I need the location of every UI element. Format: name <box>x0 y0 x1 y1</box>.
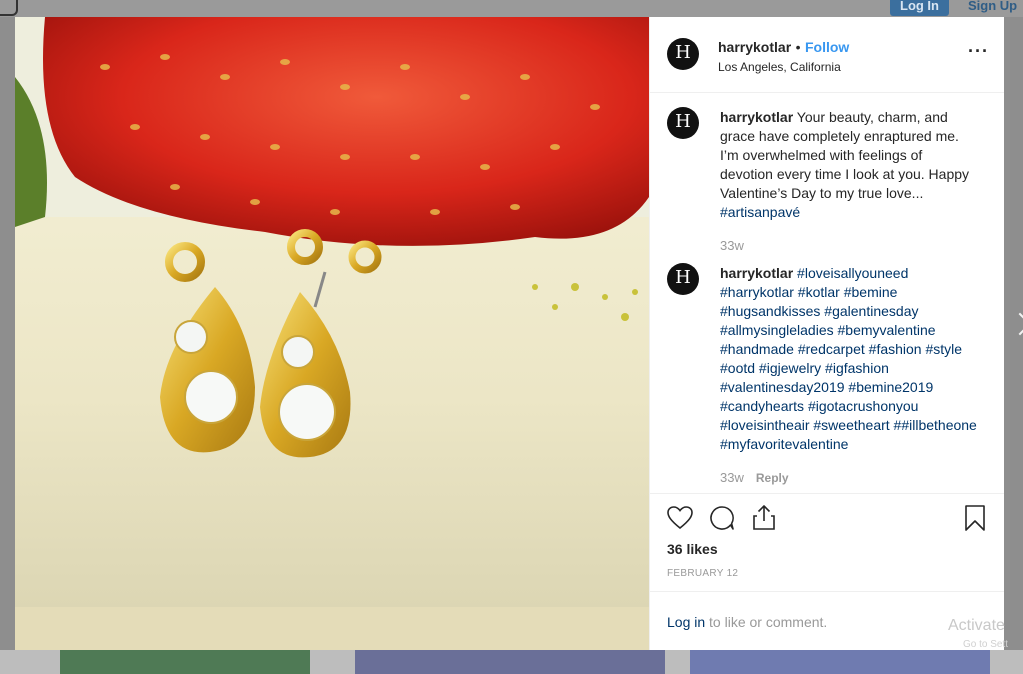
avatar-letter: H <box>675 111 691 132</box>
login-link[interactable]: Log in <box>667 614 705 630</box>
heart-icon[interactable] <box>666 504 694 532</box>
comment-caption: harrykotlar Your beauty, charm, and grac… <box>720 108 978 222</box>
comment-age[interactable]: 33w <box>720 238 744 253</box>
avatar-letter: H <box>675 267 691 288</box>
reply-button[interactable]: Reply <box>756 471 789 485</box>
top-signup-link[interactable]: Sign Up <box>968 0 1017 18</box>
avatar[interactable]: H <box>667 263 699 295</box>
more-options-icon[interactable]: ··· <box>968 41 989 62</box>
actions-divider <box>650 493 1004 495</box>
comment-username[interactable]: harrykotlar <box>720 109 793 125</box>
windows-activation-watermark: Activate <box>948 617 1005 634</box>
comment-meta: 33w Reply <box>720 470 789 485</box>
instagram-logo-icon[interactable] <box>0 0 18 16</box>
hashtag-link[interactable]: #artisanpavé <box>720 204 800 220</box>
login-suffix: to like or comment. <box>705 614 828 630</box>
post-username[interactable]: harrykotlar <box>718 39 791 55</box>
comment-age[interactable]: 33w <box>720 470 744 485</box>
hashtag-list[interactable]: #loveisallyouneed #harrykotlar #kotlar #… <box>720 265 977 452</box>
login-to-comment: Log in to like or comment. <box>667 614 827 630</box>
comment-icon[interactable] <box>708 504 736 532</box>
next-post-arrow-icon[interactable] <box>1008 312 1023 336</box>
background-thumbnail[interactable] <box>690 650 990 674</box>
post-date: FEBRUARY 12 <box>667 568 739 579</box>
background-thumbnail[interactable] <box>60 650 310 674</box>
likes-count[interactable]: 36 likes <box>667 541 718 557</box>
previous-post-arrow-icon[interactable] <box>0 312 10 336</box>
top-login-button[interactable]: Log In <box>890 0 949 16</box>
bookmark-icon[interactable] <box>962 504 988 532</box>
separator-dot: • <box>795 39 801 55</box>
post-side-panel: H harrykotlar • Follow Los Angeles, Cali… <box>649 17 1004 650</box>
share-icon[interactable] <box>750 503 778 531</box>
avatar[interactable]: H <box>667 38 699 70</box>
background-thumbnail[interactable] <box>355 650 665 674</box>
post-location[interactable]: Los Angeles, California <box>718 60 849 74</box>
avatar[interactable]: H <box>667 107 699 139</box>
avatar-letter: H <box>675 42 691 63</box>
earrings-photo-image <box>15 17 649 650</box>
post-modal: H harrykotlar • Follow Los Angeles, Cali… <box>15 17 1004 650</box>
post-header-info: harrykotlar • Follow Los Angeles, Califo… <box>718 39 849 74</box>
windows-activation-subtext: Go to Sett <box>963 639 1009 650</box>
comment-hashtags: harrykotlar #loveisallyouneed #harrykotl… <box>720 264 978 454</box>
follow-button[interactable]: Follow <box>805 39 849 55</box>
post-photo[interactable] <box>15 17 649 650</box>
comment-username[interactable]: harrykotlar <box>720 265 793 281</box>
post-header: H harrykotlar • Follow Los Angeles, Cali… <box>650 17 1004 93</box>
background-header <box>0 0 1023 17</box>
